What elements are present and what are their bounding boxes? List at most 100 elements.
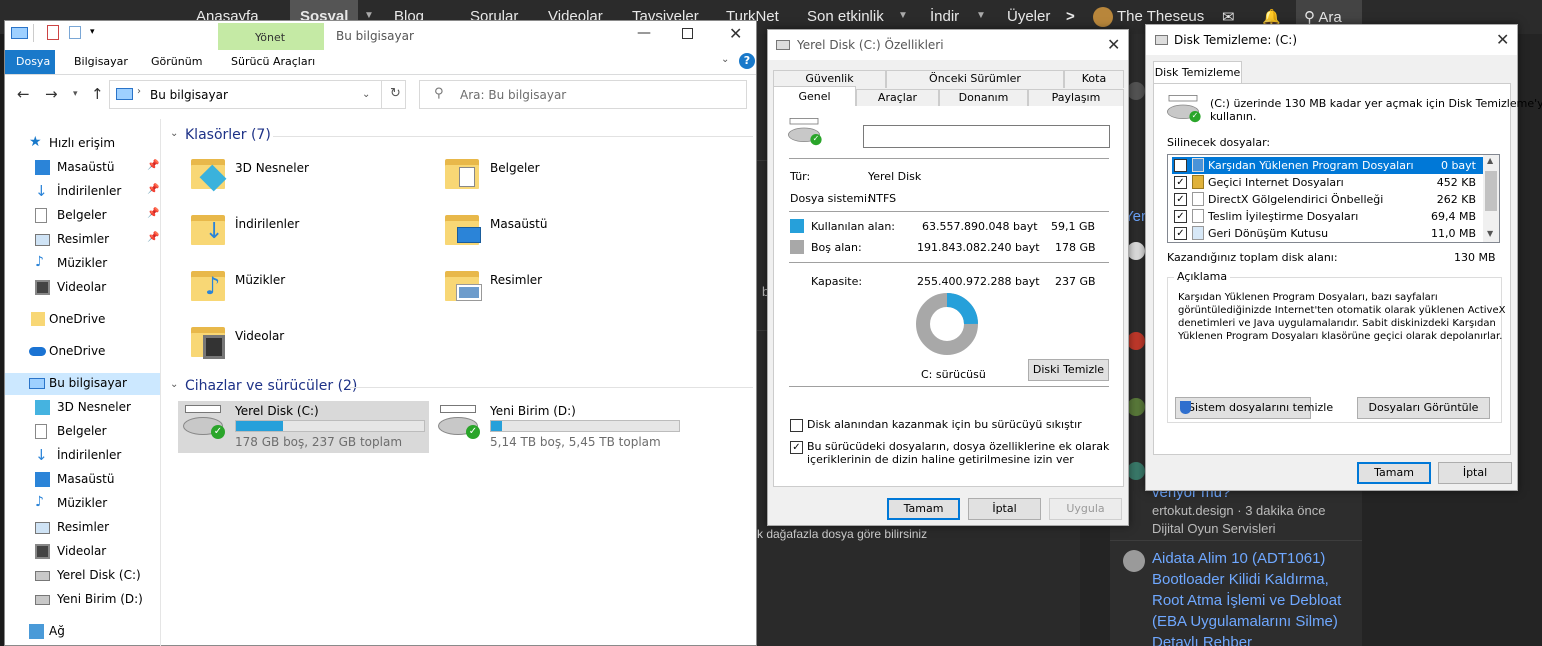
chevron-right-icon[interactable]: > — [1066, 8, 1075, 25]
drive-tile-c[interactable]: ✓ Yerel Disk (C:) 178 GB boş, 237 GB top… — [178, 401, 429, 453]
compress-label[interactable]: Disk alanından kazanmak için bu sürücüyü… — [807, 418, 1082, 431]
drive-tile-d[interactable]: ✓ Yeni Birim (D:) 5,14 TB boş, 5,45 TB t… — [433, 401, 684, 453]
user-avatar[interactable] — [1123, 550, 1145, 572]
folders-header[interactable]: Klasörler (7) — [185, 127, 271, 143]
folder-icon[interactable] — [191, 159, 227, 192]
recent-locations-icon[interactable]: ▾ — [73, 89, 78, 99]
nav-videos[interactable]: Videolar — [5, 541, 160, 563]
user-avatar[interactable] — [1127, 462, 1145, 480]
minimize-button[interactable]: — — [637, 25, 651, 41]
folder-icon[interactable] — [445, 159, 479, 189]
nav-onedrive[interactable]: OneDrive — [5, 341, 160, 363]
nav-this-pc[interactable]: Bu bilgisayar — [5, 373, 160, 395]
nav-onedrive-folder[interactable]: OneDrive — [5, 309, 160, 331]
search-input[interactable]: ⚲ Ara: Bu bilgisayar — [419, 80, 747, 109]
item-checkbox[interactable]: ✓ — [1174, 227, 1187, 240]
apply-button[interactable]: Uygula — [1049, 498, 1122, 520]
folder-icon[interactable] — [445, 271, 482, 301]
clean-system-files-button[interactable]: Sistem dosyalarını temizle — [1175, 397, 1333, 419]
tab-drive-tools[interactable]: Sürücü Araçları — [231, 55, 315, 68]
nav-documents[interactable]: Belgeler 📌 — [5, 205, 160, 227]
nav-quick-access[interactable]: ★ Hızlı erişim — [5, 133, 160, 155]
tab-computer[interactable]: Bilgisayar — [74, 55, 128, 68]
close-button[interactable]: ✕ — [729, 24, 742, 43]
properties-icon[interactable] — [47, 25, 59, 40]
forward-icon[interactable]: → — [45, 85, 58, 103]
nav-downloads[interactable]: ↓ İndirilenler — [5, 445, 160, 467]
list-item[interactable]: ✓ Karşıdan Yüklenen Program Dosyaları 0 … — [1172, 157, 1484, 174]
user-avatar[interactable] — [1127, 332, 1145, 350]
tab-hardware[interactable]: Donanım — [939, 89, 1028, 107]
folder-icon[interactable]: ↓ — [191, 215, 225, 245]
user-name[interactable]: The Theseus — [1117, 8, 1204, 25]
index-label-line1[interactable]: Bu sürücüdeki dosyaların, dosya özellikl… — [807, 440, 1109, 453]
nav-network[interactable]: Ağ — [5, 621, 160, 643]
folder-name[interactable]: Resimler — [490, 273, 542, 287]
chevron-down-icon[interactable]: ▼ — [898, 10, 908, 21]
customize-qat-icon[interactable]: ▾ — [90, 27, 95, 37]
tab-disk-cleanup[interactable]: Disk Temizleme — [1153, 61, 1242, 84]
item-checkbox[interactable]: ✓ — [1174, 159, 1187, 172]
user-avatar[interactable] — [1093, 7, 1113, 27]
item-checkbox[interactable]: ✓ — [1174, 210, 1187, 223]
address-bar[interactable]: › Bu bilgisayar ⌄ ↻ — [109, 80, 406, 109]
pin-icon[interactable]: 📌 — [147, 160, 159, 171]
compress-checkbox[interactable] — [790, 419, 803, 432]
tab-sharing[interactable]: Paylaşım — [1028, 89, 1124, 107]
nav-downloads[interactable]: ↓ İndirilenler 📌 — [5, 181, 160, 203]
index-checkbox[interactable]: ✓ — [790, 441, 803, 454]
folder-name[interactable]: Müzikler — [235, 273, 285, 287]
index-label-line2[interactable]: içeriklerinin de dizin haline getirilmes… — [807, 453, 1074, 466]
folder-name[interactable]: Videolar — [235, 329, 284, 343]
nav-download[interactable]: İndir — [930, 8, 959, 25]
scroll-up-icon[interactable]: ▲ — [1487, 156, 1493, 165]
help-icon[interactable]: ? — [739, 53, 755, 69]
pin-icon[interactable]: 📌 — [147, 208, 159, 219]
tab-tools[interactable]: Araçlar — [856, 89, 939, 107]
close-button[interactable]: ✕ — [1496, 30, 1509, 49]
back-icon[interactable]: ← — [17, 85, 30, 103]
new-folder-icon[interactable] — [69, 26, 81, 39]
nav-music[interactable]: ♪ Müzikler — [5, 493, 160, 515]
disk-cleanup-button[interactable]: Diski Temizle — [1028, 359, 1109, 381]
nav-desktop[interactable]: Masaüstü 📌 — [5, 157, 160, 179]
pin-icon[interactable]: 📌 — [147, 184, 159, 195]
cancel-button[interactable]: İptal — [968, 498, 1041, 520]
post-category[interactable]: Dijital Oyun Servisleri — [1152, 521, 1276, 536]
scrollbar-thumb[interactable] — [1485, 171, 1497, 211]
close-button[interactable]: ✕ — [1107, 35, 1120, 54]
refresh-icon[interactable]: ↻ — [390, 86, 401, 101]
ok-button[interactable]: Tamam — [1357, 462, 1431, 484]
files-list[interactable]: ✓ Karşıdan Yüklenen Program Dosyaları 0 … — [1167, 154, 1500, 243]
folder-name[interactable]: 3D Nesneler — [235, 161, 309, 175]
cancel-button[interactable]: İptal — [1438, 462, 1512, 484]
nav-music[interactable]: ♪ Müzikler — [5, 253, 160, 275]
nav-videos[interactable]: Videolar — [5, 277, 160, 299]
nav-3d-objects[interactable]: 3D Nesneler — [5, 397, 160, 419]
list-item[interactable]: ✓ Geçici Internet Dosyaları 452 KB — [1172, 174, 1484, 191]
drives-header[interactable]: Cihazlar ve sürücüler (2) — [185, 378, 357, 394]
list-item[interactable]: ✓ Teslim İyileştirme Dosyaları 69,4 MB — [1172, 208, 1484, 225]
list-item[interactable]: ✓ Geri Dönüşüm Kutusu 11,0 MB — [1172, 225, 1484, 242]
expand-ribbon-icon[interactable]: ⌄ — [721, 54, 729, 65]
folder-icon[interactable] — [445, 215, 481, 245]
nav-pictures[interactable]: Resimler — [5, 517, 160, 539]
volume-label-input[interactable] — [863, 125, 1110, 148]
file-tab[interactable]: Dosya — [5, 50, 55, 74]
ok-button[interactable]: Tamam — [887, 498, 960, 520]
scroll-down-icon[interactable]: ▼ — [1487, 229, 1493, 238]
tab-previous-versions[interactable]: Önceki Sürümler — [886, 70, 1064, 88]
nav-drive-c[interactable]: Yerel Disk (C:) — [5, 565, 160, 587]
post-title[interactable]: Aidata Alim 10 (ADT1061) Bootloader Kili… — [1152, 548, 1357, 646]
chevron-down-icon[interactable]: ▼ — [976, 10, 986, 21]
item-checkbox[interactable]: ✓ — [1174, 193, 1187, 206]
list-scrollbar[interactable]: ▲ ▼ — [1483, 155, 1499, 242]
folder-name[interactable]: İndirilenler — [235, 217, 299, 231]
nav-drive-d[interactable]: Yeni Birim (D:) — [5, 589, 160, 611]
user-avatar[interactable] — [1127, 82, 1145, 100]
user-avatar[interactable] — [1127, 398, 1145, 416]
manage-tab[interactable]: Yönet — [255, 31, 285, 44]
nav-desktop[interactable]: Masaüstü — [5, 469, 160, 491]
folder-icon[interactable] — [191, 327, 225, 359]
tab-general[interactable]: Genel — [773, 86, 856, 107]
